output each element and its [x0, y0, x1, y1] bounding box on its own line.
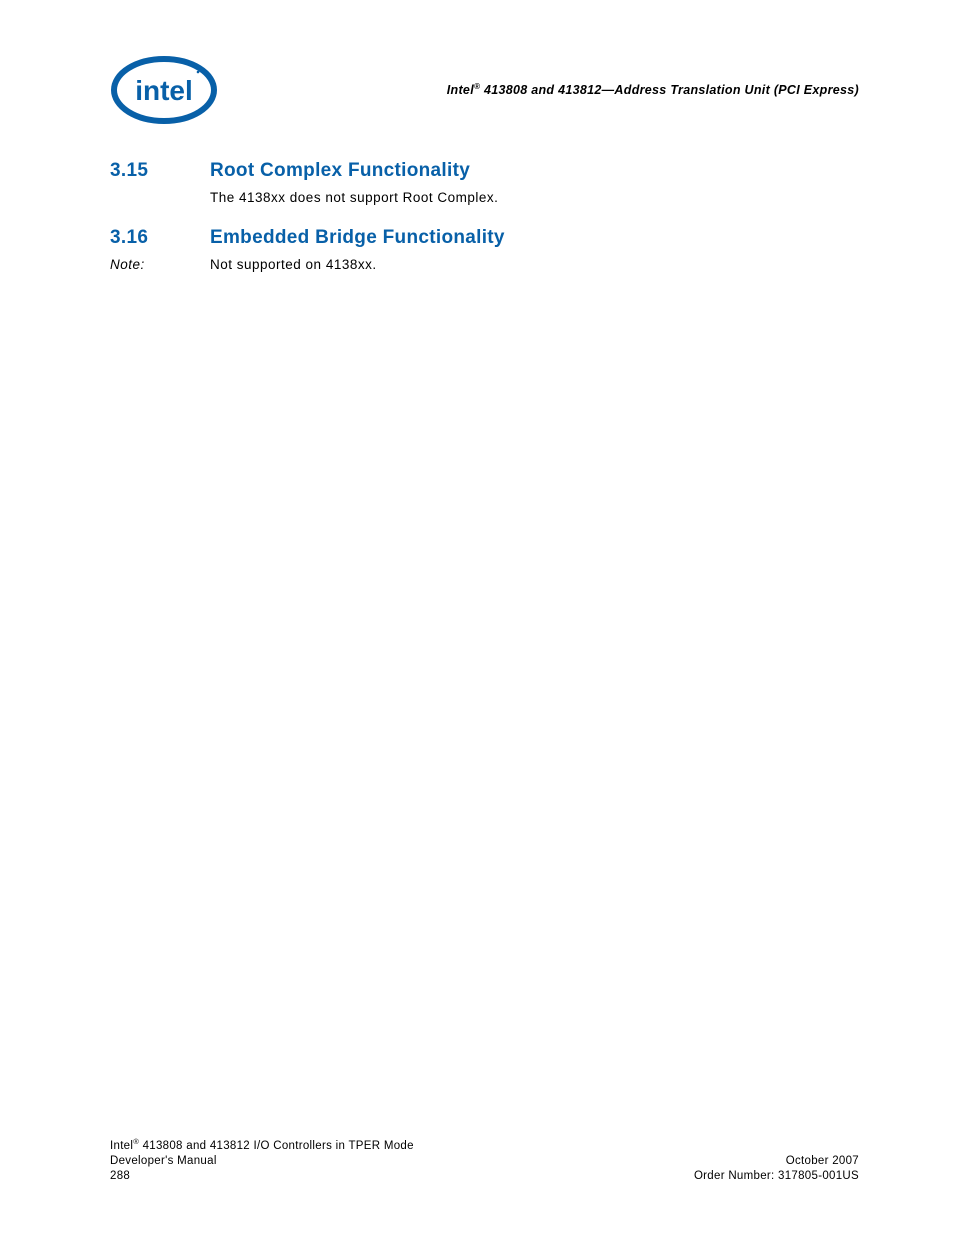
intel-logo: intel [110, 55, 218, 125]
footer-product-line: Intel® 413808 and 413812 I/O Controllers… [110, 1137, 414, 1154]
page-header: intel Intel® 413808 and 413812—Address T… [110, 55, 859, 125]
body-text: Not supported on 4138xx. [210, 257, 377, 272]
footer-manual-title: Developer's Manual [110, 1154, 414, 1170]
footer-brand: Intel [110, 1139, 133, 1151]
section-title: Embedded Bridge Functionality [210, 227, 505, 249]
section-title: Root Complex Functionality [210, 160, 470, 182]
svg-text:intel: intel [135, 75, 193, 106]
section-body-315: The 4138xx does not support Root Complex… [110, 190, 859, 205]
footer-order-number: Order Number: 317805-001US [694, 1169, 859, 1185]
footer-right: October 2007 Order Number: 317805-001US [694, 1154, 859, 1185]
section-number: 3.15 [110, 160, 210, 182]
footer-product-rest: 413808 and 413812 I/O Controllers in TPE… [139, 1139, 414, 1151]
header-doc-title: Intel® 413808 and 413812—Address Transla… [447, 82, 859, 97]
section-body-316: Note: Not supported on 4138xx. [110, 257, 859, 272]
header-rest: 413808 and 413812—Address Translation Un… [480, 84, 859, 98]
footer-date: October 2007 [694, 1154, 859, 1170]
footer-left: Intel® 413808 and 413812 I/O Controllers… [110, 1137, 414, 1185]
footer-page-number: 288 [110, 1169, 414, 1185]
header-brand: Intel [447, 84, 474, 98]
section-heading-316: 3.16 Embedded Bridge Functionality [110, 227, 859, 249]
page-footer: Intel® 413808 and 413812 I/O Controllers… [110, 1137, 859, 1185]
body-text: The 4138xx does not support Root Complex… [210, 190, 498, 205]
note-label: Note: [110, 257, 210, 272]
section-number: 3.16 [110, 227, 210, 249]
section-heading-315: 3.15 Root Complex Functionality [110, 160, 859, 182]
